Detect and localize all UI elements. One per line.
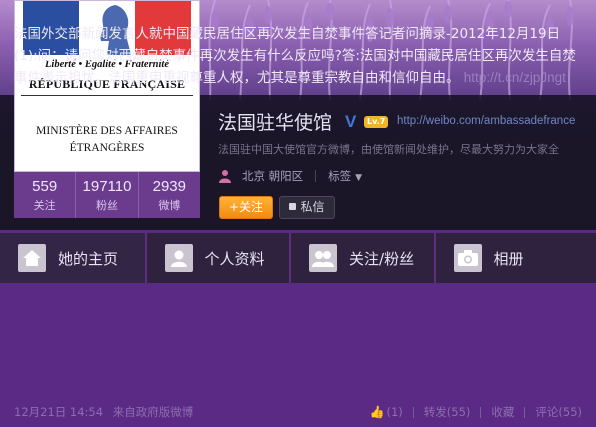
person-icon (219, 170, 231, 183)
profile-location: 北京 朝阳区 (242, 169, 304, 183)
stat-following[interactable]: 559 关注 (14, 172, 77, 218)
profile-location-row: 北京 朝阳区 标签 ▼ (218, 168, 362, 184)
camera-icon (453, 244, 482, 272)
profile-name: 法国驻华使馆 (218, 112, 333, 134)
home-icon (18, 244, 46, 272)
like-count[interactable]: (1) (386, 405, 402, 419)
tab-album[interactable]: 相册 (435, 233, 596, 283)
profile-nav: 她的主页 个人资料 关注/粉丝 相册 (0, 233, 596, 283)
post-time[interactable]: 12月21日 14:54 (14, 405, 103, 419)
follow-button[interactable]: +关注 (219, 196, 273, 219)
verified-icon[interactable]: V (345, 112, 356, 132)
level-badge[interactable]: Lv.7 (364, 116, 389, 128)
message-icon (289, 203, 297, 210)
chevron-down-icon: ▼ (355, 173, 363, 183)
message-button[interactable]: 私信 (279, 196, 335, 219)
logo-ministry: MINISTÈRE DES AFFAIRES ÉTRANGÈRES (36, 125, 178, 154)
tab-profile[interactable]: 个人资料 (146, 233, 292, 283)
tab-follow-fans[interactable]: 关注/粉丝 (291, 233, 436, 283)
like-icon[interactable]: 👍 (370, 405, 385, 419)
profile-url-link[interactable]: http://weibo.com/ambassadefrance (397, 115, 575, 127)
profile-stats: 559 关注 197110 粉丝 2939 微博 (14, 172, 200, 218)
stat-posts[interactable]: 2939 微博 (139, 172, 200, 218)
logo-divider (21, 95, 193, 96)
favorite-link[interactable]: 收藏 (491, 404, 514, 420)
stat-followers[interactable]: 197110 粉丝 (76, 172, 139, 218)
user-icon (164, 244, 193, 272)
post-link[interactable]: http://t.cn/zjpJngt (464, 70, 566, 85)
users-icon (309, 244, 338, 272)
repost-link[interactable]: 转发(55) (424, 404, 471, 420)
post-source[interactable]: 来自政府版微博 (113, 405, 194, 419)
post-body: 法国外交部新闻发言人就中国藏民居住区再次发生自焚事件答记者问摘录-2012年12… (14, 23, 582, 89)
comment-link[interactable]: 评论(55) (535, 404, 582, 420)
tags-dropdown[interactable]: 标签 ▼ (328, 168, 362, 184)
tab-home[interactable]: 她的主页 (0, 233, 147, 283)
profile-description: 法国驻中国大使馆官方微博，由使馆新闻处维护，尽最大努力为大家全 (218, 143, 559, 156)
